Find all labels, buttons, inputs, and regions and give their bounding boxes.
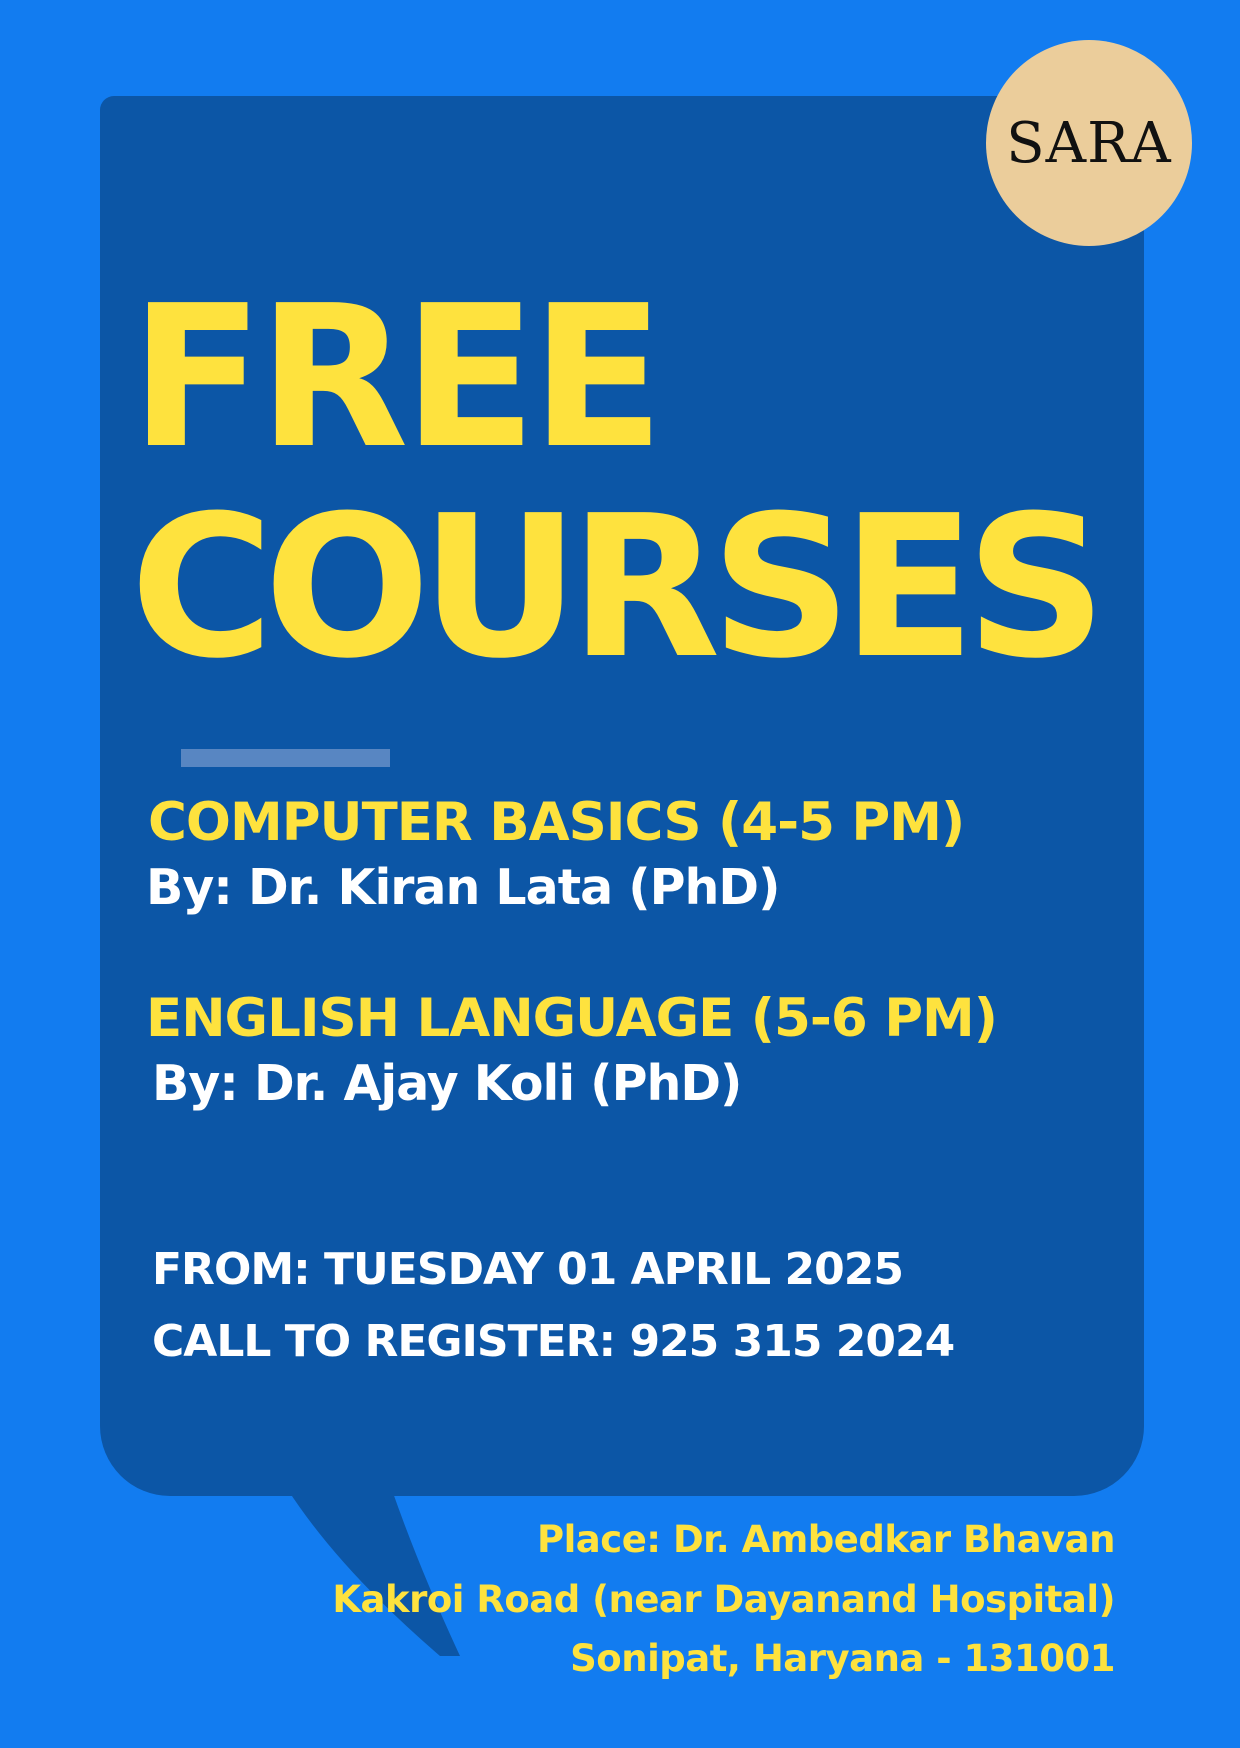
start-date: FROM: TUESDAY 01 APRIL 2025: [152, 1244, 904, 1295]
divider-bar: [181, 749, 390, 767]
course-instructor-computer-basics: By: Dr. Kiran Lata (PhD): [146, 859, 781, 916]
register-phone: CALL TO REGISTER: 925 315 2024: [152, 1316, 955, 1367]
headline-courses: COURSES: [130, 474, 1107, 702]
course-title-computer-basics: COMPUTER BASICS (4-5 PM): [148, 792, 965, 853]
logo-text: SARA: [1006, 110, 1172, 176]
sara-logo: SARA: [986, 40, 1192, 246]
place-line-3: Sonipat, Haryana - 131001: [570, 1637, 1115, 1680]
place-line-1: Place: Dr. Ambedkar Bhavan: [537, 1518, 1116, 1561]
course-title-english-language: ENGLISH LANGUAGE (5-6 PM): [146, 988, 998, 1049]
course-instructor-english-language: By: Dr. Ajay Koli (PhD): [152, 1055, 742, 1112]
place-line-2: Kakroi Road (near Dayanand Hospital): [332, 1578, 1115, 1621]
headline-free: FREE: [130, 264, 665, 492]
